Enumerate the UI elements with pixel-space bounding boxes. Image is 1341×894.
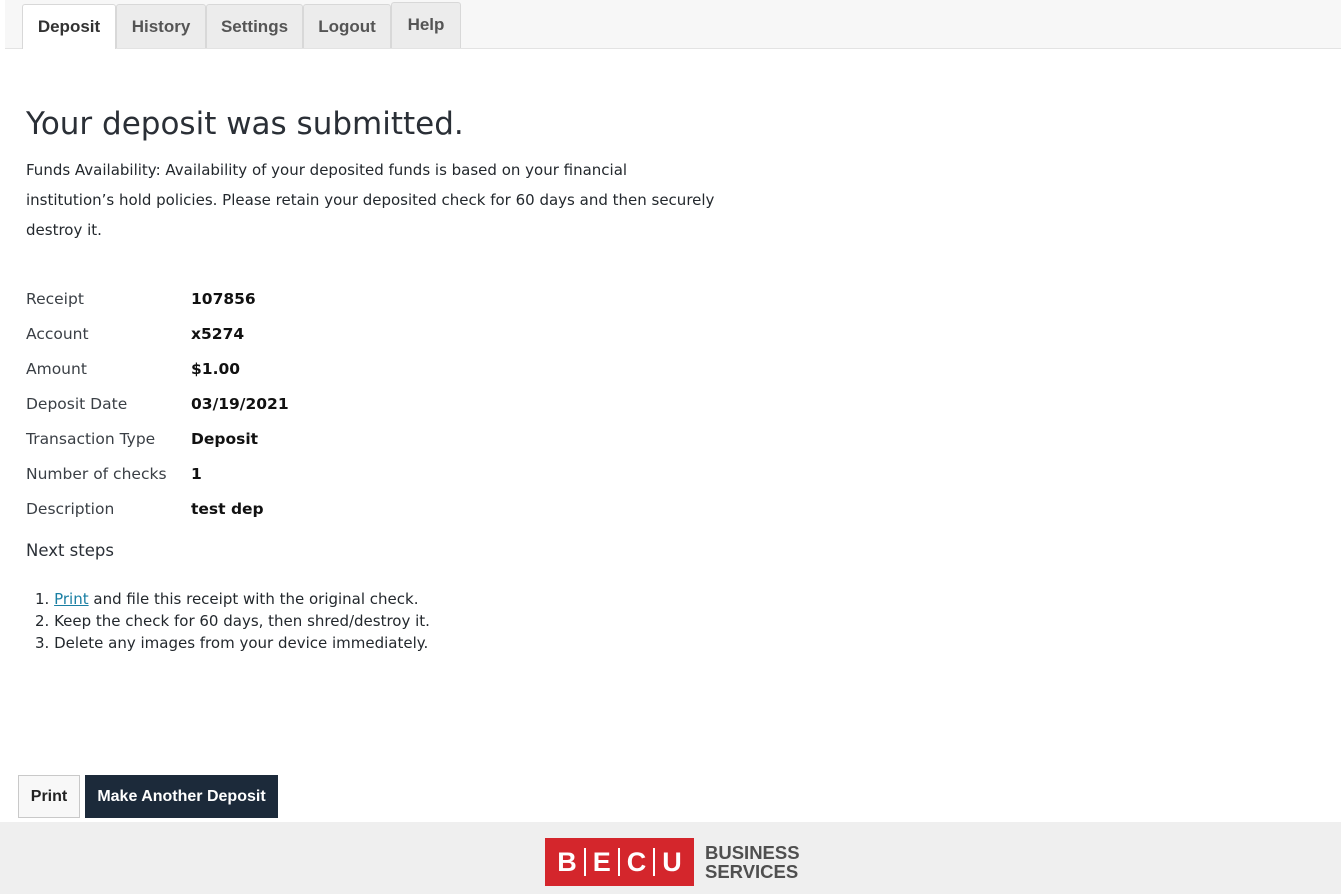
step-text: and file this receipt with the original … [88,590,419,608]
transaction-type-value: Deposit [191,429,259,448]
detail-label: Deposit Date [26,394,128,413]
print-link[interactable]: Print [54,590,89,608]
logo-letter: B [557,846,577,877]
tab-settings[interactable]: Settings [206,4,303,48]
detail-row-transaction-type: Transaction Type Deposit [26,421,426,456]
tab-logout[interactable]: Logout [303,4,391,48]
tab-bar: Deposit History Settings Logout Help [5,0,1341,49]
detail-row-deposit-date: Deposit Date 03/19/2021 [26,386,426,421]
logo-line: BUSINESS [705,842,800,863]
detail-row-amount: Amount $1.00 [26,351,426,386]
detail-row-account: Account x5274 [26,316,426,351]
logo-subtitle: BUSINESS SERVICES [705,843,800,881]
receipt-value: 107856 [191,289,256,308]
logo-line: SERVICES [705,861,799,882]
tab-deposit[interactable]: Deposit [22,4,116,49]
becu-logo: BECU BUSINESS SERVICES [545,838,800,886]
make-another-deposit-button[interactable]: Make Another Deposit [85,775,278,818]
logo-letter: E [592,846,611,877]
amount-value: $1.00 [191,359,241,378]
page-title: Your deposit was submitted. [26,106,464,142]
list-item: 2. Keep the check for 60 days, then shre… [35,612,430,630]
detail-label: Description [26,499,115,518]
footer: BECU BUSINESS SERVICES [0,822,1341,894]
funds-availability-text: Funds Availability: Availability of your… [26,161,715,239]
logo-letter: C [626,846,647,877]
next-steps-heading: Next steps [26,541,114,560]
deposit-date-value: 03/19/2021 [191,394,289,413]
detail-label: Transaction Type [26,429,156,448]
detail-label: Amount [26,359,87,378]
detail-row-description: Description test dep [26,491,426,526]
list-item: 1. Print and file this receipt with the … [35,588,430,610]
description-value: test dep [191,499,264,518]
print-button[interactable]: Print [18,775,80,818]
detail-row-number-of-checks: Number of checks 1 [26,456,426,491]
step-number: 1. [35,590,50,608]
next-steps-list: 1. Print and file this receipt with the … [35,588,430,654]
number-of-checks-value: 1 [191,464,202,483]
detail-label: Number of checks [26,464,167,483]
detail-label: Receipt [26,289,84,308]
detail-label: Account [26,324,89,343]
logo-letter: U [662,846,682,877]
becu-logo-mark: BECU [545,838,694,886]
account-value: x5274 [191,324,245,343]
tab-help[interactable]: Help [391,2,461,48]
detail-row-receipt: Receipt 107856 [26,281,426,316]
tab-history[interactable]: History [116,4,206,48]
list-item: 3. Delete any images from your device im… [35,634,429,652]
